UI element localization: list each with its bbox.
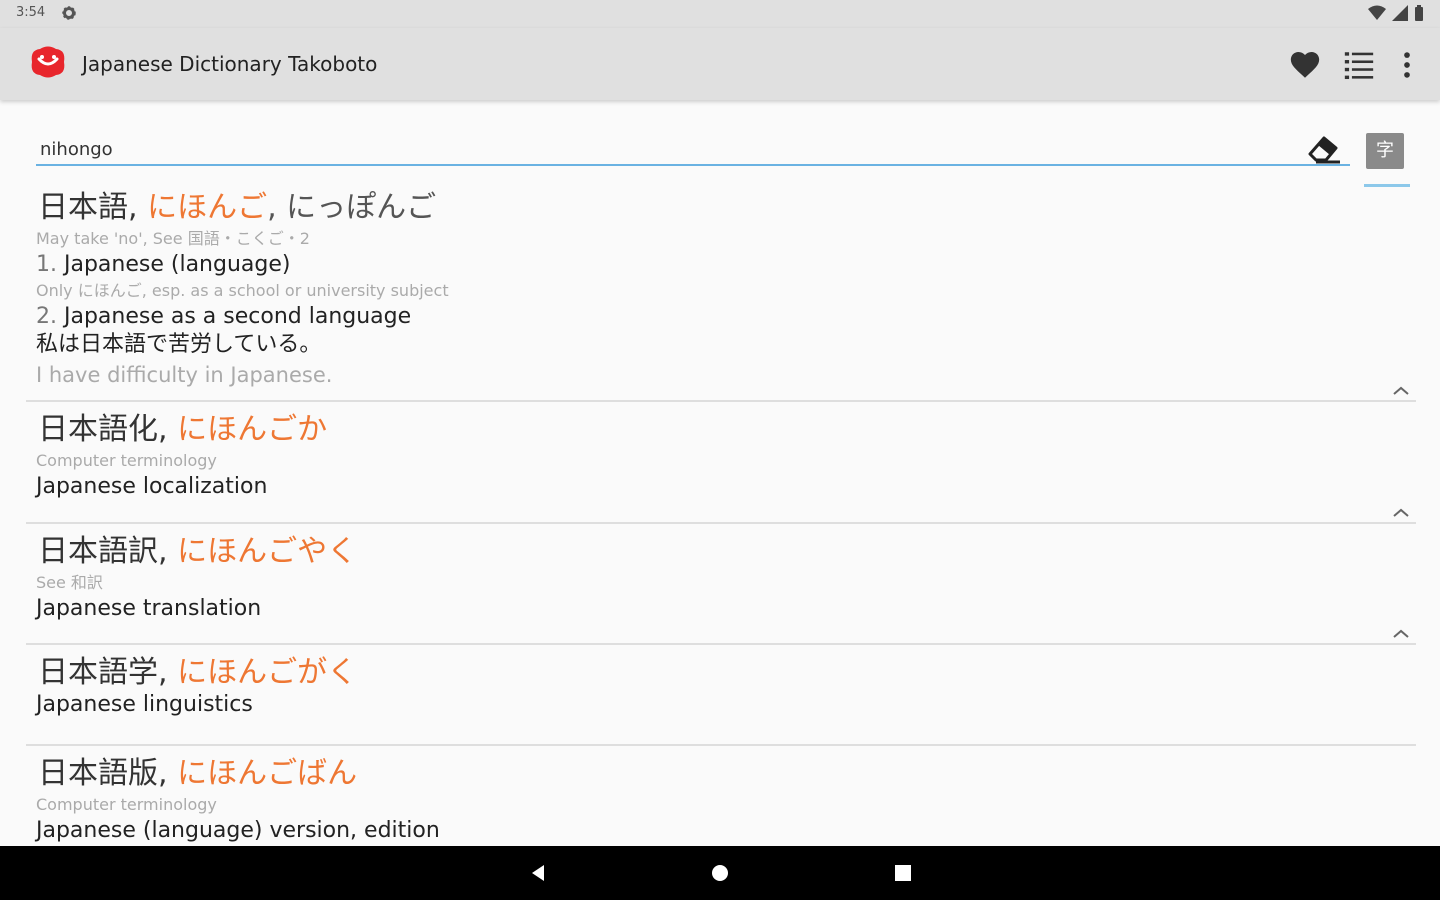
- back-triangle-icon[interactable]: [528, 863, 548, 883]
- entry-headword: 日本語訳, にほんごやく: [38, 534, 358, 569]
- collapse-chevron-icon[interactable]: [1392, 508, 1410, 518]
- wifi-icon: [1368, 5, 1386, 20]
- list-item[interactable]: 日本語化, にほんごか Computer terminology Japanes…: [26, 412, 1416, 524]
- entry-note: Only にほんご, esp. as a school or universit…: [36, 281, 449, 300]
- collapse-chevron-icon[interactable]: [1392, 386, 1410, 396]
- search-underline: [36, 164, 1350, 166]
- example-sentence-en: I have difficulty in Japanese.: [36, 363, 333, 387]
- entry-kanji: 日本語訳: [38, 534, 158, 569]
- entry-reading: にほんごか: [177, 412, 328, 447]
- recents-square-icon[interactable]: [893, 863, 913, 883]
- entry-meaning: 1. Japanese (language): [36, 252, 291, 277]
- entry-headword: 日本語, にほんご, にっぽんご: [38, 190, 437, 225]
- status-icons: [1368, 5, 1424, 21]
- app-title: Japanese Dictionary Takoboto: [82, 52, 378, 76]
- results-list: 日本語, にほんご, にっぽんご May take 'no', See 国語・こ…: [26, 190, 1416, 884]
- favorites-heart-icon[interactable]: [1288, 48, 1322, 82]
- entry-note: See 和訳: [36, 573, 103, 592]
- entry-kanji: 日本語版: [38, 756, 158, 791]
- entry-meaning: Japanese (language) version, edition: [36, 818, 440, 843]
- list-item[interactable]: 日本語訳, にほんごやく See 和訳 Japanese translation: [26, 534, 1416, 645]
- entry-headword: 日本語学, にほんごがく: [38, 655, 358, 690]
- entry-reading: にほんごがく: [177, 655, 358, 690]
- entry-note: Computer terminology: [36, 451, 217, 470]
- example-sentence-jp: 私は日本語で苦労している。: [36, 332, 322, 357]
- home-circle-icon[interactable]: [710, 863, 730, 883]
- overflow-menu-icon[interactable]: [1390, 48, 1424, 82]
- signal-icon: [1392, 5, 1408, 21]
- list-item[interactable]: 日本語, にほんご, にっぽんご May take 'no', See 国語・こ…: [26, 190, 1416, 402]
- kanji-search-button[interactable]: 字: [1366, 133, 1404, 169]
- entry-meaning: 2. Japanese as a second language: [36, 304, 412, 329]
- entry-headword: 日本語化, にほんごか: [38, 412, 328, 447]
- entry-meaning: Japanese linguistics: [36, 692, 253, 717]
- collapse-chevron-icon[interactable]: [1392, 629, 1410, 639]
- status-bar: 3:54: [0, 0, 1440, 28]
- entry-kanji: 日本語化: [38, 412, 158, 447]
- entry-note: May take 'no', See 国語・こくご・2: [36, 229, 310, 248]
- entry-alt-reading: にっぽんご: [286, 190, 437, 225]
- entry-kanji: 日本語学: [38, 655, 158, 690]
- status-time: 3:54: [16, 5, 46, 20]
- entry-kanji: 日本語: [38, 190, 128, 225]
- settings-gear-icon: [62, 6, 76, 20]
- kanji-button-underline: [1364, 184, 1410, 187]
- lists-icon[interactable]: [1342, 48, 1376, 82]
- entry-headword: 日本語版, にほんごばん: [38, 756, 358, 791]
- app-bar: Japanese Dictionary Takoboto: [0, 28, 1440, 100]
- entry-meaning: Japanese localization: [36, 474, 268, 499]
- clear-eraser-icon[interactable]: [1306, 132, 1342, 166]
- search-area: [0, 100, 1440, 190]
- list-item[interactable]: 日本語学, にほんごがく Japanese linguistics: [26, 655, 1416, 746]
- battery-icon: [1415, 5, 1423, 21]
- entry-reading: にほんご: [147, 190, 268, 225]
- entry-reading: にほんごばん: [177, 756, 358, 791]
- entry-meaning: Japanese translation: [36, 596, 262, 621]
- takoboto-logo-icon: [31, 46, 65, 78]
- entry-note: Computer terminology: [36, 795, 217, 814]
- search-input[interactable]: [38, 132, 1312, 166]
- system-nav-bar: [0, 846, 1440, 900]
- entry-reading: にほんごやく: [177, 534, 358, 569]
